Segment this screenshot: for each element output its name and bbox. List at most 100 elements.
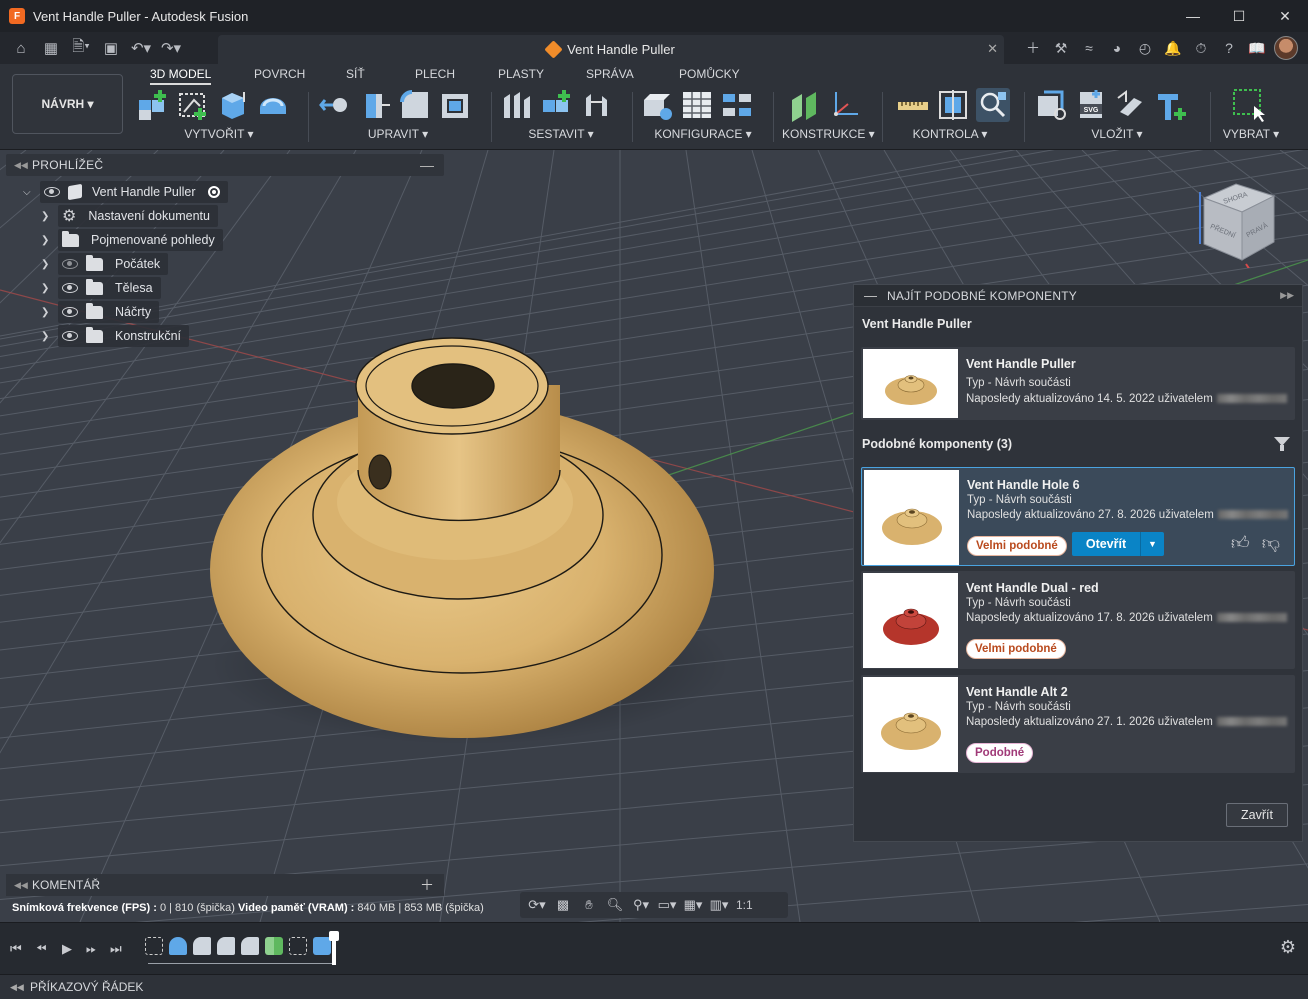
browser-root[interactable]: Vent Handle Puller: [40, 181, 228, 203]
look-at-icon[interactable]: ▩: [552, 895, 574, 915]
insert-group-label[interactable]: VLOŽIT ▾: [1034, 127, 1200, 141]
chevron-right-icon[interactable]: ❯: [41, 235, 49, 246]
go-to-start-icon[interactable]: ⏮︎: [10, 941, 22, 957]
configuration-table-icon[interactable]: [680, 88, 714, 122]
extrude-icon[interactable]: [216, 88, 250, 122]
zoom-icon[interactable]: 🔍︎: [604, 895, 626, 915]
construct-group-label[interactable]: KONSTRUKCE ▾: [782, 127, 875, 141]
tab-plastic[interactable]: PLASTY: [498, 67, 544, 81]
grid-settings-icon[interactable]: ▦▾: [682, 895, 704, 915]
activate-radio[interactable]: [207, 186, 220, 198]
modify-group-label[interactable]: UPRAVIT ▾: [318, 127, 478, 141]
play-icon[interactable]: ▶︎: [62, 941, 72, 957]
thumbs-down-icon[interactable]: 👎︎: [1262, 532, 1280, 554]
tab-surface[interactable]: POVRCH: [254, 67, 305, 81]
expand-icon[interactable]: ▶▶: [1280, 290, 1294, 301]
insert-mesh-icon[interactable]: [1114, 88, 1148, 122]
browser-panel-header[interactable]: ◀◀ PROHLÍŽEČ —: [6, 154, 444, 176]
online-status-icon[interactable]: ◕: [1106, 37, 1128, 59]
browser-item-construction[interactable]: Konstrukční: [58, 325, 190, 347]
thumbs-up-icon[interactable]: 👍︎: [1231, 532, 1250, 554]
close-window-button[interactable]: ✕: [1262, 0, 1308, 32]
learn-icon[interactable]: 📖: [1246, 37, 1268, 59]
viewports-icon[interactable]: ▥▾: [708, 895, 730, 915]
offset-plane-icon[interactable]: [788, 88, 822, 122]
avatar[interactable]: [1274, 36, 1298, 60]
pan-icon[interactable]: ✋︎: [578, 895, 600, 915]
result-card[interactable]: Vent Handle Dual - red Typ - Návrh součá…: [861, 571, 1295, 669]
tab-mesh[interactable]: SÍŤ: [346, 67, 365, 81]
create-group-label[interactable]: VYTVOŘIT ▾: [136, 127, 302, 141]
document-tab[interactable]: Vent Handle Puller ✕: [218, 35, 1004, 64]
browser-item-document-settings[interactable]: ⚙ Nastavení dokumentu: [58, 205, 218, 227]
gear-icon[interactable]: ⚙: [1280, 937, 1296, 958]
tab-manage[interactable]: SPRÁVA: [586, 67, 634, 81]
filter-icon[interactable]: [1274, 437, 1290, 451]
add-comment-icon[interactable]: ＋: [420, 875, 434, 895]
find-similar-header[interactable]: — NAJÍT PODOBNÉ KOMPONENTY ▶▶: [854, 285, 1302, 307]
chevron-right-icon[interactable]: ❯: [41, 283, 49, 294]
fillet-icon[interactable]: [358, 88, 392, 122]
browser-item-named-views[interactable]: Pojmenované pohledy: [58, 229, 223, 251]
result-card[interactable]: Vent Handle Alt 2 Typ - Návrh součásti N…: [861, 675, 1295, 773]
new-component-icon[interactable]: [136, 88, 170, 122]
offline-icon[interactable]: ≈: [1078, 37, 1100, 59]
new-component-assemble-icon[interactable]: [540, 88, 574, 122]
workspace-switcher[interactable]: NÁVRH ▾: [12, 74, 123, 134]
insert-derive-icon[interactable]: [1034, 88, 1068, 122]
extensions-icon[interactable]: ⚒: [1050, 37, 1072, 59]
chevron-down-icon[interactable]: ▼: [1140, 532, 1164, 556]
minimize-button[interactable]: —: [1170, 0, 1216, 32]
viewcube[interactable]: SHORA PŘEDNÍ PRAVÁ: [1196, 178, 1276, 268]
chamfer-icon[interactable]: [398, 88, 432, 122]
chevron-down-icon[interactable]: ⌵: [23, 187, 31, 198]
comment-panel-header[interactable]: ◀◀ KOMENTÁŘ ＋: [6, 874, 444, 896]
timeline-fillet-icon[interactable]: [193, 937, 211, 955]
timeline-revolve-icon[interactable]: [169, 937, 187, 955]
collapse-icon[interactable]: —: [420, 157, 434, 173]
chevron-right-icon[interactable]: ❯: [41, 331, 49, 342]
tab-sheet-metal[interactable]: PLECH: [415, 67, 455, 81]
joint-icon[interactable]: [500, 88, 534, 122]
configure-group-label[interactable]: KONFIGURACE ▾: [640, 127, 766, 141]
press-pull-icon[interactable]: [318, 88, 352, 122]
configure-component-icon[interactable]: [640, 88, 674, 122]
revolve-icon[interactable]: [256, 88, 290, 122]
orbit-icon[interactable]: ⟳▾: [526, 895, 548, 915]
chevron-right-icon[interactable]: ❯: [41, 307, 49, 318]
eye-icon[interactable]: [44, 187, 60, 197]
create-sketch-icon[interactable]: [176, 88, 210, 122]
chevron-right-icon[interactable]: ❯: [41, 211, 49, 222]
job-status-icon[interactable]: ◴: [1134, 37, 1156, 59]
browser-item-origin[interactable]: Počátek: [58, 253, 169, 275]
help-icon[interactable]: ?: [1218, 37, 1240, 59]
chevron-right-icon[interactable]: ❯: [41, 259, 49, 270]
save-icon[interactable]: ▣: [100, 37, 122, 59]
shell-icon[interactable]: [438, 88, 472, 122]
axis-icon[interactable]: [828, 88, 862, 122]
new-tab-icon[interactable]: ＋: [1022, 37, 1044, 59]
section-analysis-icon[interactable]: [936, 88, 970, 122]
eye-icon[interactable]: [62, 283, 78, 293]
close-tab-icon[interactable]: ✕: [987, 41, 998, 57]
eye-hidden-icon[interactable]: [62, 259, 78, 269]
timeline-marker[interactable]: [329, 931, 339, 965]
close-button[interactable]: Zavřít: [1226, 803, 1288, 827]
grid-icon[interactable]: ▦: [40, 37, 62, 59]
home-icon[interactable]: ⌂: [10, 37, 32, 59]
eye-icon[interactable]: [62, 307, 78, 317]
tab-utilities[interactable]: POMŮCKY: [679, 67, 740, 81]
undo-icon[interactable]: ↶▾: [130, 37, 152, 59]
step-forward-icon[interactable]: ⏩︎: [86, 941, 96, 957]
timeline-sketch-icon[interactable]: [145, 937, 163, 955]
timeline-fillet-icon[interactable]: [217, 937, 235, 955]
browser-item-bodies[interactable]: Tělesa: [58, 277, 161, 299]
timeline-plane-icon[interactable]: [265, 937, 283, 955]
browser-item-sketches[interactable]: Náčrty: [58, 301, 160, 323]
inspect-group-label[interactable]: KONTROLA ▾: [892, 127, 1008, 141]
timeline-fillet-icon[interactable]: [241, 937, 259, 955]
display-settings-icon[interactable]: ▭▾: [656, 895, 678, 915]
collapse-icon[interactable]: —: [864, 288, 877, 303]
configuration-rules-icon[interactable]: [720, 88, 754, 122]
step-back-icon[interactable]: ⏪︎: [36, 941, 46, 957]
